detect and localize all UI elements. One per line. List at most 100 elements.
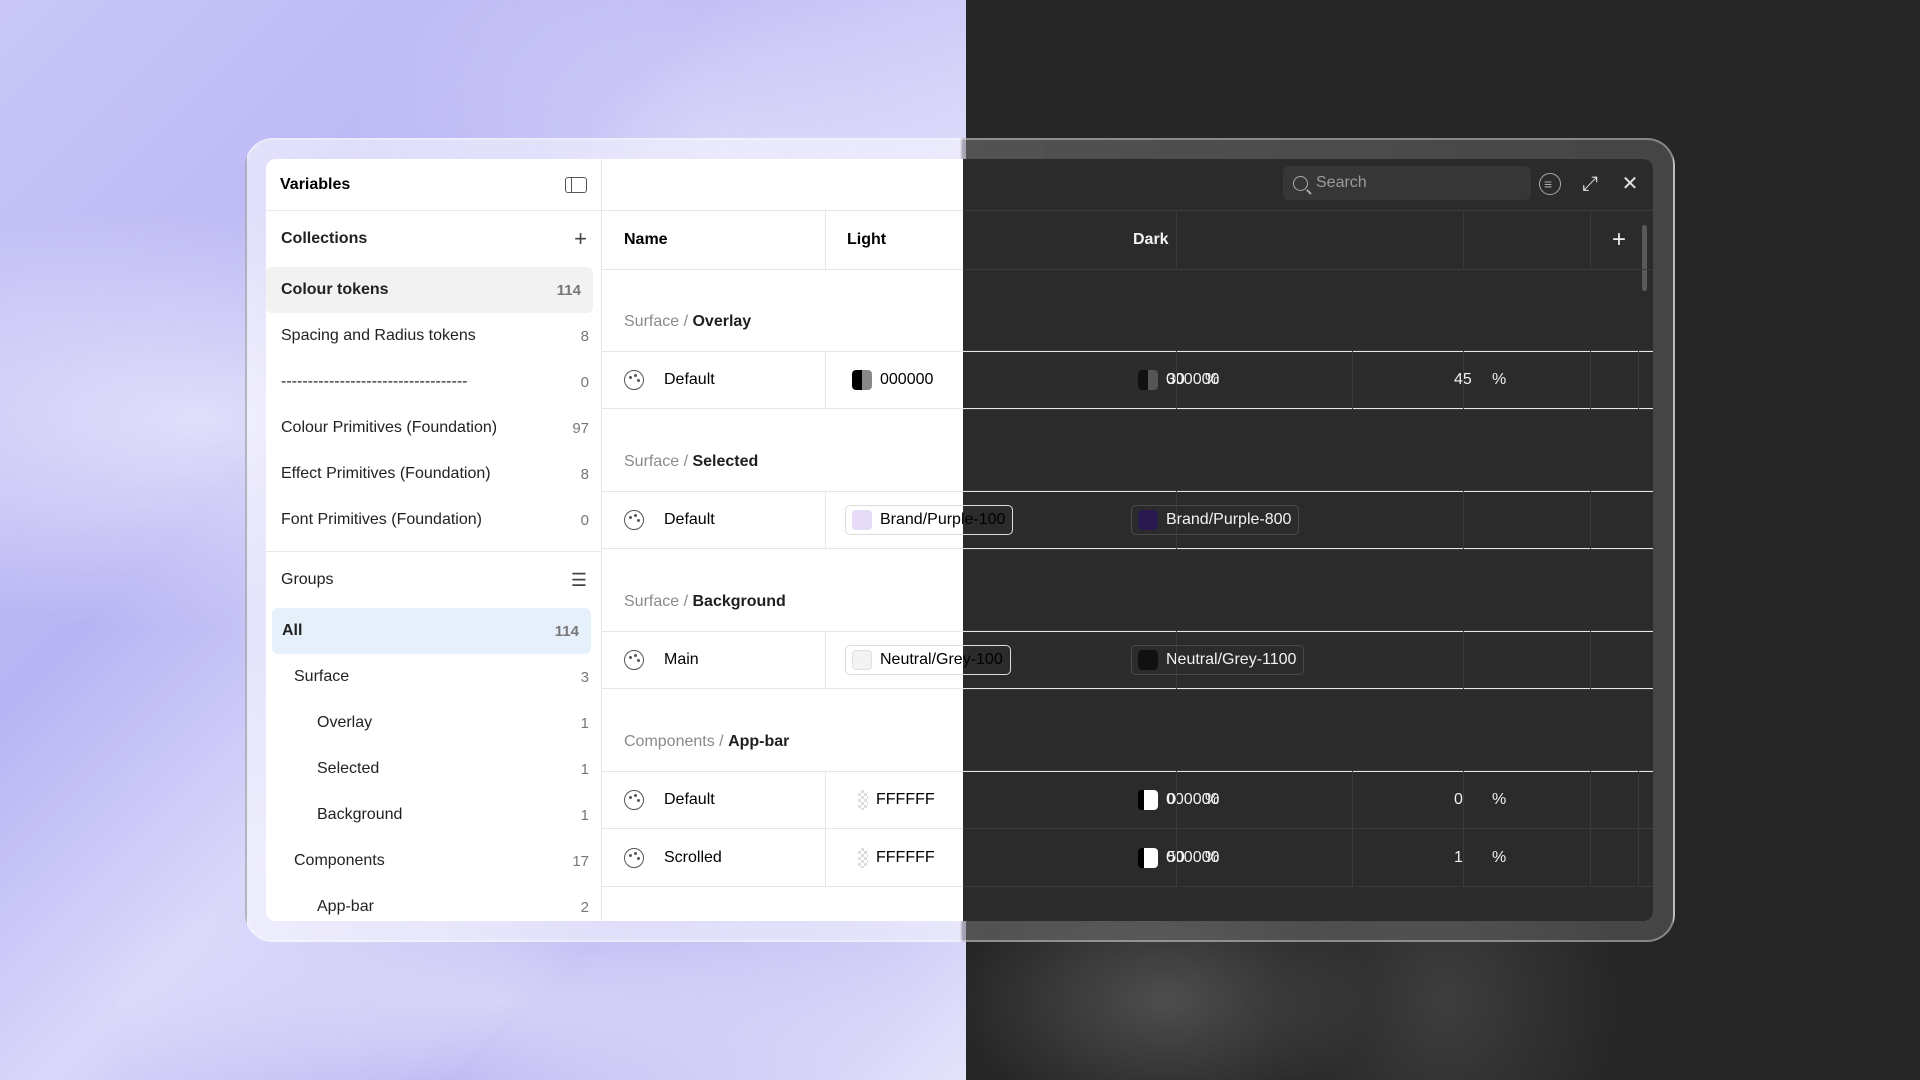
palette-icon: [624, 790, 644, 810]
table-row[interactable]: Default 000000 30 % 000000 45 %: [602, 351, 1653, 409]
alias-pill[interactable]: Brand/Purple-800: [1131, 505, 1300, 535]
add-mode-icon[interactable]: +: [1612, 211, 1626, 269]
variable-name: Default: [664, 791, 715, 808]
group-heading: Surface / Background: [602, 550, 1653, 631]
light-value[interactable]: 000000: [880, 371, 933, 389]
sidebar-header: Variables: [266, 159, 601, 211]
dark-value[interactable]: 000000: [1166, 849, 1219, 867]
divider: [963, 770, 1653, 771]
column-divider: [825, 632, 826, 688]
collections-title: Collections: [281, 230, 368, 247]
column-divider: [825, 492, 826, 548]
collection-count: 0: [580, 511, 589, 529]
group-item-surface[interactable]: Surface 3: [266, 654, 601, 700]
color-swatch: [1138, 370, 1158, 390]
divider: [1352, 770, 1353, 887]
groups-title: Groups: [281, 571, 334, 588]
group-name: Selected: [692, 453, 759, 470]
table-row[interactable]: Main Neutral/Grey-100 Neutral/Grey-1100: [602, 631, 1653, 689]
search-input[interactable]: Search: [1283, 166, 1531, 200]
divider: [963, 886, 1653, 887]
alias-pill[interactable]: Neutral/Grey-100: [845, 645, 1011, 675]
table-row[interactable]: Default FFFFFF 0 % 000000 0 %: [602, 771, 1653, 829]
dark-value: Brand/Purple-800: [1166, 511, 1292, 528]
group-heading: Surface / Overlay: [602, 270, 1653, 351]
expand-button[interactable]: ⤢: [1577, 171, 1603, 197]
color-swatch: [1138, 650, 1158, 670]
divider: [963, 350, 1653, 351]
collection-item[interactable]: Spacing and Radius tokens 8: [266, 313, 601, 359]
color-swatch: [858, 790, 868, 810]
divider: [963, 490, 1653, 491]
toggle-sidebar-icon[interactable]: [565, 176, 587, 193]
group-prefix: Components /: [624, 733, 724, 750]
light-value[interactable]: FFFFFF: [876, 791, 935, 809]
group-item-app-bar[interactable]: App-bar 2: [266, 884, 601, 921]
column-name: Name: [624, 231, 668, 248]
sort-groups-icon[interactable]: ☰: [571, 570, 587, 591]
group-label: All: [282, 622, 303, 639]
alias-pill[interactable]: Neutral/Grey-1100: [1131, 645, 1305, 675]
group-item-background[interactable]: Background 1: [266, 792, 601, 838]
close-button[interactable]: ✕: [1617, 171, 1643, 197]
group-item-components[interactable]: Components 17: [266, 838, 601, 884]
divider: [1176, 490, 1177, 550]
table-header: Name Light Dark +: [602, 211, 1653, 270]
variable-name: Main: [664, 651, 699, 668]
collection-count: 97: [572, 419, 589, 437]
collection-item[interactable]: Colour Primitives (Foundation) 97: [266, 405, 601, 451]
groups-header: Groups ☰: [266, 552, 601, 608]
divider: [963, 630, 1653, 631]
divider: [1463, 211, 1464, 269]
collection-label: Font Primitives (Foundation): [281, 511, 482, 528]
table-row[interactable]: Default Brand/Purple-100 Brand/Purple-80…: [602, 491, 1653, 549]
collection-item[interactable]: Colour tokens 114: [266, 267, 593, 313]
percent-label: %: [1492, 791, 1507, 808]
collection-count: 114: [556, 281, 581, 299]
close-icon: ✕: [1621, 173, 1639, 195]
light-value[interactable]: FFFFFF: [876, 849, 935, 867]
dark-opacity[interactable]: 0: [1454, 791, 1463, 809]
group-heading: Surface / Selected: [602, 410, 1653, 491]
divider: [1590, 770, 1591, 887]
dark-value[interactable]: 000000: [1166, 371, 1219, 389]
alias-pill[interactable]: Brand/Purple-100: [845, 505, 1014, 535]
color-swatch: [852, 510, 872, 530]
group-item-overlay[interactable]: Overlay 1: [266, 700, 601, 746]
variable-name: Default: [664, 371, 715, 388]
group-heading: Components / App-bar: [602, 690, 1653, 771]
column-divider: [825, 352, 826, 408]
collection-label: -----------------------------------: [281, 373, 468, 390]
group-item-selected[interactable]: Selected 1: [266, 746, 601, 792]
dark-value[interactable]: 000000: [1166, 791, 1219, 809]
palette-icon: [624, 510, 644, 530]
collection-item[interactable]: ----------------------------------- 0: [266, 359, 601, 405]
filter-button[interactable]: [1537, 171, 1563, 197]
column-divider: [825, 772, 826, 828]
color-swatch: [852, 650, 872, 670]
column-divider: [825, 829, 826, 886]
add-collection-icon[interactable]: +: [574, 228, 587, 250]
sidebar: Variables Collections + Colour tokens 11…: [266, 159, 602, 921]
divider: [1352, 350, 1353, 410]
palette-icon: [624, 650, 644, 670]
group-prefix: Surface /: [624, 593, 689, 610]
divider: [1176, 770, 1177, 887]
collection-item[interactable]: Font Primitives (Foundation) 0: [266, 497, 601, 543]
divider: [963, 828, 1653, 829]
collection-item[interactable]: Effect Primitives (Foundation) 8: [266, 451, 601, 497]
divider: [963, 689, 1653, 690]
color-swatch: [1138, 847, 1158, 868]
group-count: 1: [580, 760, 589, 778]
group-item-all[interactable]: All 114: [272, 608, 591, 654]
divider: [1463, 350, 1464, 410]
variable-name: Scrolled: [664, 848, 722, 866]
group-name: Background: [692, 593, 786, 610]
dark-opacity[interactable]: 1: [1454, 849, 1463, 867]
collection-label: Spacing and Radius tokens: [281, 327, 476, 344]
collection-count: 8: [580, 327, 589, 345]
groups-list: All 114 Surface 3 Overlay 1 Selected 1 B…: [266, 608, 601, 921]
group-count: 1: [580, 806, 589, 824]
table-row[interactable]: Scrolled FFFFFF 50 % 000000 1 %: [602, 829, 1653, 887]
color-swatch: [1138, 790, 1158, 810]
